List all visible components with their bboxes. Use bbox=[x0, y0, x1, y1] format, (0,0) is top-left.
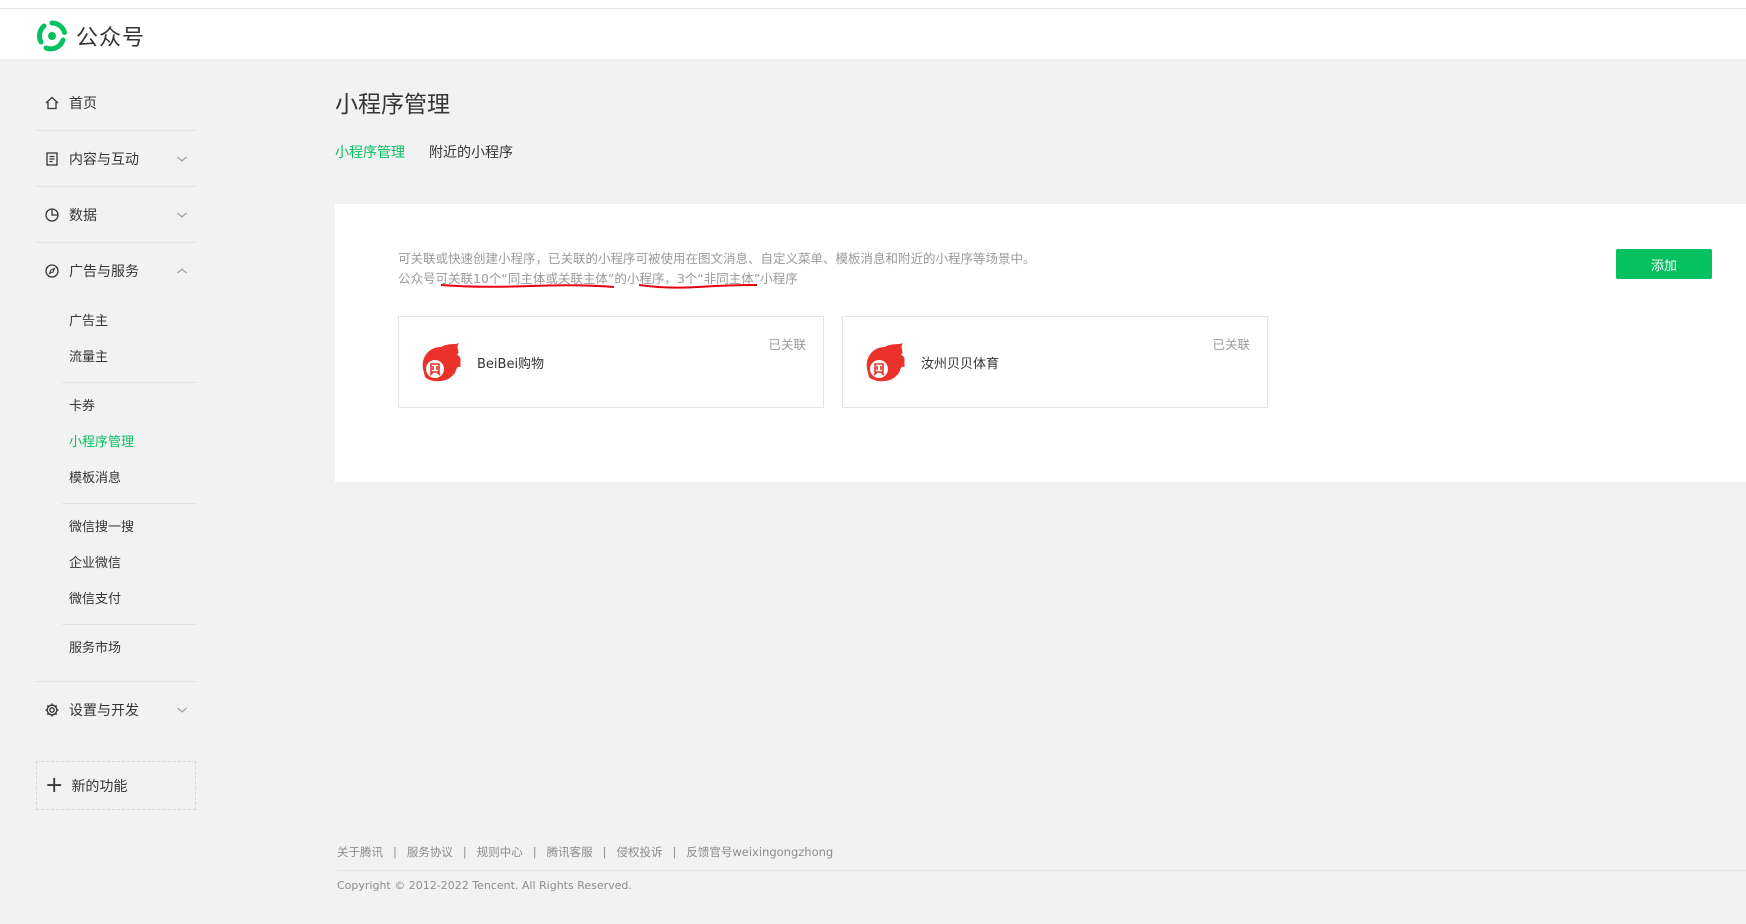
footer-link-service-agreement[interactable]: 服务协议 bbox=[407, 844, 453, 860]
submenu-block: 卡券 小程序管理 模板消息 bbox=[62, 383, 196, 504]
chevron-down-icon bbox=[177, 707, 187, 713]
submenu-block: 服务市场 bbox=[62, 625, 196, 673]
red-underline-annotation bbox=[440, 284, 615, 288]
footer-separator: | bbox=[393, 845, 397, 859]
logo-text: 公众号 bbox=[76, 26, 146, 51]
sidebar-item-content[interactable]: 内容与互动 bbox=[36, 131, 196, 186]
top-header: 公众号 bbox=[0, 9, 1746, 59]
sidebar-item-settings[interactable]: 设置与开发 bbox=[36, 682, 196, 737]
footer-separator: | bbox=[602, 845, 607, 859]
red-underline-annotation bbox=[638, 284, 758, 289]
plus-icon: + bbox=[45, 772, 64, 798]
footer-link-infringement[interactable]: 侵权投诉 bbox=[617, 844, 663, 860]
sidebar-item-coupons[interactable]: 卡券 bbox=[62, 389, 196, 425]
nav-group-content: 内容与互动 bbox=[36, 131, 196, 187]
footer-separator: | bbox=[532, 845, 537, 859]
sidebar-item-traffic-owner[interactable]: 流量主 bbox=[62, 340, 196, 376]
footer-separator: | bbox=[462, 845, 467, 859]
copyright: Copyright © 2012-2022 Tencent. All Right… bbox=[337, 879, 632, 892]
sidebar-item-label: 首页 bbox=[69, 95, 97, 112]
add-button[interactable]: 添加 bbox=[1616, 249, 1712, 279]
card-status: 已关联 bbox=[1212, 337, 1250, 352]
beibei-logo-icon bbox=[866, 343, 905, 382]
chevron-down-icon bbox=[177, 212, 187, 218]
miniprogram-panel: 可关联或快速创建小程序，已关联的小程序可被使用在图文消息、自定义菜单、模板消息和… bbox=[335, 204, 1746, 482]
chevron-up-icon bbox=[177, 268, 187, 274]
card-name: 汝州贝贝体育 bbox=[921, 357, 1000, 372]
sidebar-item-wecom[interactable]: 企业微信 bbox=[62, 546, 196, 582]
footer-separator: | bbox=[672, 845, 677, 859]
sidebar-item-template-messages[interactable]: 模板消息 bbox=[62, 461, 196, 497]
sidebar-item-service-market[interactable]: 服务市场 bbox=[62, 631, 196, 667]
footer-link-customer-service[interactable]: 腾讯客服 bbox=[547, 844, 593, 860]
footer: 关于腾讯 | 服务协议 | 规则中心 | 腾讯客服 | 侵权投诉 | 反馈官号w… bbox=[337, 842, 1746, 892]
logo[interactable]: 公众号 bbox=[36, 20, 145, 52]
card-name: BeiBei购物 bbox=[477, 357, 545, 372]
nav-group-data: 数据 bbox=[36, 187, 196, 243]
sidebar-item-miniprogram-management[interactable]: 小程序管理 bbox=[62, 425, 196, 461]
browser-top-strip bbox=[0, 0, 1746, 9]
sidebar-item-label: 数据 bbox=[69, 207, 97, 224]
sidebar-item-label: 内容与互动 bbox=[69, 151, 139, 168]
new-features-label: 新的功能 bbox=[71, 778, 128, 795]
footer-link-about[interactable]: 关于腾讯 bbox=[337, 844, 383, 860]
footer-divider bbox=[337, 870, 1746, 871]
nav-group-home: 首页 bbox=[36, 75, 196, 131]
beibei-logo-icon bbox=[422, 343, 461, 382]
compass-icon bbox=[44, 263, 60, 279]
sidebar-item-wechat-pay[interactable]: 微信支付 bbox=[62, 582, 196, 618]
footer-links: 关于腾讯 | 服务协议 | 规则中心 | 腾讯客服 | 侵权投诉 | 反馈官号w… bbox=[337, 842, 1746, 862]
document-icon bbox=[44, 151, 60, 167]
sidebar-item-wechat-search[interactable]: 微信搜一搜 bbox=[62, 510, 196, 546]
sidebar-item-data[interactable]: 数据 bbox=[36, 187, 196, 242]
nav-group-ads: 广告与服务 广告主 流量主 卡券 小程序管理 模板消息 微信搜一搜 企业微信 微… bbox=[36, 243, 196, 682]
sidebar-item-label: 设置与开发 bbox=[69, 702, 139, 719]
card-status: 已关联 bbox=[768, 337, 806, 352]
gear-icon bbox=[44, 702, 60, 718]
sidebar: 首页 内容与互动 数据 广告与服务 广告主 流量主 卡券 小程序管理 模板消息 … bbox=[36, 75, 196, 810]
ads-submenu: 广告主 流量主 卡券 小程序管理 模板消息 微信搜一搜 企业微信 微信支付 服务… bbox=[36, 298, 196, 681]
wechat-official-account-logo-icon bbox=[36, 20, 67, 52]
miniprogram-card[interactable]: 汝州贝贝体育 已关联 bbox=[842, 316, 1268, 408]
home-icon bbox=[44, 95, 60, 111]
page-title: 小程序管理 bbox=[335, 92, 450, 118]
sidebar-item-advertiser[interactable]: 广告主 bbox=[62, 304, 196, 340]
description-line-1: 可关联或快速创建小程序，已关联的小程序可被使用在图文消息、自定义菜单、模板消息和… bbox=[398, 251, 1036, 266]
miniprogram-card[interactable]: BeiBei购物 已关联 bbox=[398, 316, 824, 408]
chevron-down-icon bbox=[177, 156, 187, 162]
footer-link-rules-center[interactable]: 规则中心 bbox=[477, 844, 523, 860]
sidebar-item-ads[interactable]: 广告与服务 bbox=[36, 243, 196, 298]
sidebar-item-home[interactable]: 首页 bbox=[36, 75, 196, 130]
footer-link-feedback[interactable]: 反馈官号weixingongzhong bbox=[686, 844, 833, 860]
sidebar-item-label: 广告与服务 bbox=[69, 263, 139, 280]
pie-chart-icon bbox=[44, 207, 60, 223]
submenu-block: 广告主 流量主 bbox=[62, 298, 196, 383]
new-features-button[interactable]: + 新的功能 bbox=[36, 761, 196, 810]
nav-group-settings: 设置与开发 bbox=[36, 682, 196, 737]
submenu-block: 微信搜一搜 企业微信 微信支付 bbox=[62, 504, 196, 625]
